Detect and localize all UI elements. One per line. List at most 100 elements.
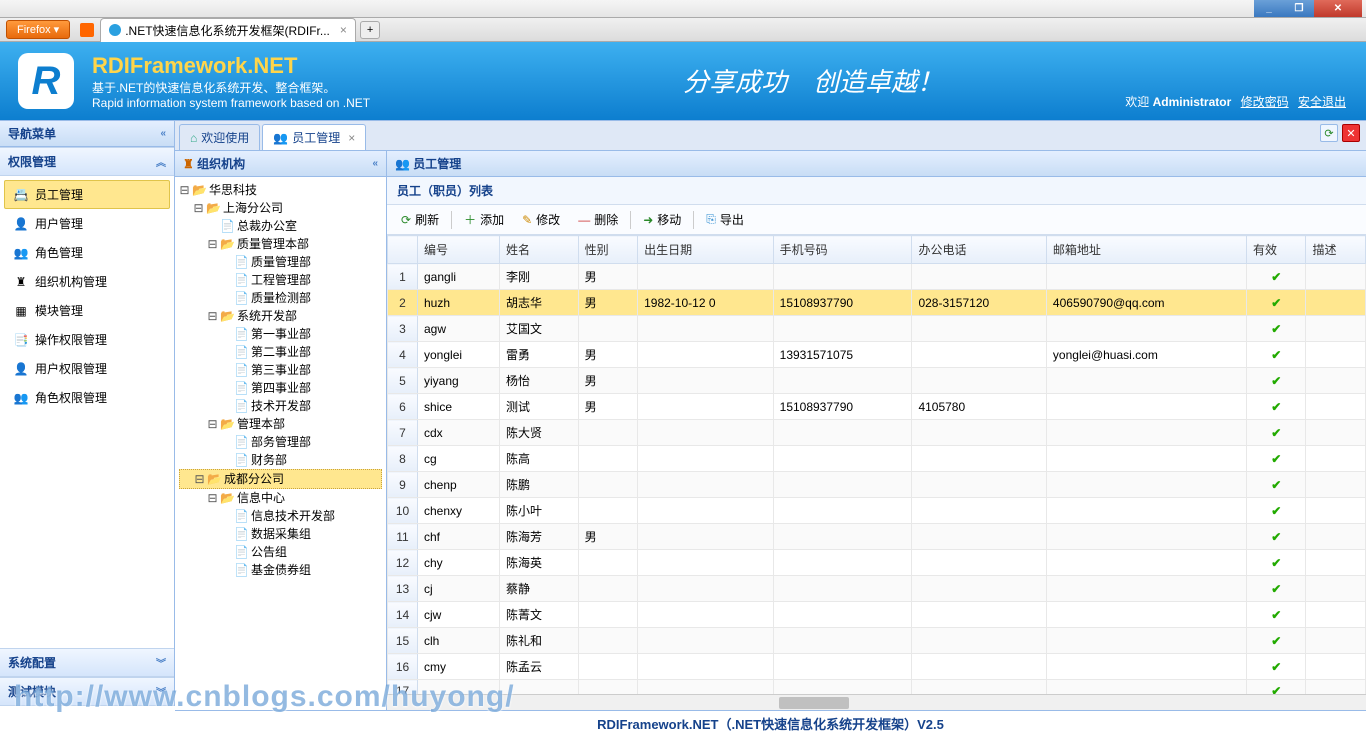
export-button[interactable]: ⎘导出: [698, 208, 752, 231]
table-row[interactable]: 10 chenxy 陈小叶 ✔: [388, 498, 1366, 524]
collapse-icon[interactable]: «: [372, 158, 378, 169]
tree-node[interactable]: ⊟ 📂 成都分公司: [179, 469, 382, 489]
table-row[interactable]: 11 chf 陈海芳 男 ✔: [388, 524, 1366, 550]
tree-node[interactable]: ⊟ 📂 系统开发部: [179, 307, 382, 325]
add-button[interactable]: ＋添加: [456, 208, 512, 231]
sidebar-item[interactable]: 👤用户权限管理: [4, 354, 170, 383]
sidebar-item[interactable]: ▦模块管理: [4, 296, 170, 325]
refresh-tabs-button[interactable]: ⟳: [1320, 124, 1338, 142]
tree-node[interactable]: 📄 信息技术开发部: [179, 507, 382, 525]
tree-node[interactable]: 📄 第一事业部: [179, 325, 382, 343]
horizontal-scrollbar[interactable]: [387, 694, 1366, 710]
tree-node[interactable]: ⊟ 📂 信息中心: [179, 489, 382, 507]
window-maximize-button[interactable]: ❐: [1284, 0, 1314, 17]
grid-col-header[interactable]: 姓名: [499, 236, 578, 264]
tree-node[interactable]: ⊟ 📂 华思科技: [179, 181, 382, 199]
table-row[interactable]: 12 chy 陈海英 ✔: [388, 550, 1366, 576]
refresh-button[interactable]: ⟳刷新: [393, 208, 447, 231]
delete-button[interactable]: —删除: [570, 208, 626, 231]
table-row[interactable]: 7 cdx 陈大贤 ✔: [388, 420, 1366, 446]
table-row[interactable]: 15 clh 陈礼和 ✔: [388, 628, 1366, 654]
logout-link[interactable]: 安全退出: [1298, 95, 1346, 109]
sidebar-item[interactable]: 👥角色权限管理: [4, 383, 170, 412]
row-number: 1: [388, 264, 418, 290]
nav-section[interactable]: 测试模块︾: [0, 677, 174, 706]
tree-node[interactable]: 📄 工程管理部: [179, 271, 382, 289]
table-row[interactable]: 16 cmy 陈孟云 ✔: [388, 654, 1366, 680]
sidebar-item[interactable]: 📇员工管理: [4, 180, 170, 209]
tree-node[interactable]: 📄 财务部: [179, 451, 382, 469]
nav-section-permissions[interactable]: 权限管理 ︽: [0, 147, 174, 176]
window-minimize-button[interactable]: _: [1254, 0, 1284, 17]
table-row[interactable]: 9 chenp 陈鹏 ✔: [388, 472, 1366, 498]
tree-node[interactable]: 📄 基金债券组: [179, 561, 382, 579]
expand-icon[interactable]: ⊟: [207, 235, 218, 253]
tab-close-icon[interactable]: ×: [340, 23, 347, 37]
sidebar-item[interactable]: 👤用户管理: [4, 209, 170, 238]
table-row[interactable]: 17 ✔: [388, 680, 1366, 695]
table-row[interactable]: 13 cj 蔡静 ✔: [388, 576, 1366, 602]
change-password-link[interactable]: 修改密码: [1241, 95, 1289, 109]
edit-button[interactable]: ✎修改: [514, 208, 568, 231]
grid-col-header[interactable]: 邮箱地址: [1046, 236, 1246, 264]
page-favicon: [109, 24, 121, 36]
expand-icon[interactable]: ⊟: [207, 489, 218, 507]
nav-icon: ♜: [13, 274, 29, 290]
tree-node[interactable]: 📄 总裁办公室: [179, 217, 382, 235]
tree-node[interactable]: 📄 数据采集组: [179, 525, 382, 543]
grid-col-header[interactable]: 描述: [1306, 236, 1366, 264]
tree-node[interactable]: ⊟ 📂 质量管理本部: [179, 235, 382, 253]
grid-col-header[interactable]: 办公电话: [912, 236, 1046, 264]
tree-node[interactable]: 📄 技术开发部: [179, 397, 382, 415]
tree-node[interactable]: ⊟ 📂 上海分公司: [179, 199, 382, 217]
tree-node[interactable]: 📄 质量检测部: [179, 289, 382, 307]
grid-col-header[interactable]: 编号: [418, 236, 500, 264]
sidebar-item[interactable]: 👥角色管理: [4, 238, 170, 267]
table-row[interactable]: 2 huzh 胡志华 男 1982-10-12 0 15108937790 02…: [388, 290, 1366, 316]
folder-icon: 📂: [192, 181, 207, 199]
nav-icon: 📇: [13, 187, 29, 203]
sidebar-item[interactable]: 📑操作权限管理: [4, 325, 170, 354]
col-rownum[interactable]: [388, 236, 418, 264]
tree-node[interactable]: 📄 第二事业部: [179, 343, 382, 361]
table-row[interactable]: 6 shice 测试 男 15108937790 4105780 ✔: [388, 394, 1366, 420]
scroll-thumb[interactable]: [779, 697, 849, 709]
expand-icon[interactable]: ⊟: [207, 415, 218, 433]
expand-icon[interactable]: ⊟: [193, 199, 204, 217]
tree-label: 第一事业部: [251, 325, 311, 343]
tab-staff[interactable]: 👥员工管理×: [262, 124, 366, 150]
table-row[interactable]: 5 yiyang 杨怡 男 ✔: [388, 368, 1366, 394]
browser-tab[interactable]: .NET快速信息化系统开发框架(RDIFr... ×: [100, 18, 356, 42]
nav-section-label: 权限管理: [8, 153, 56, 170]
table-row[interactable]: 1 gangli 李刚 男 ✔: [388, 264, 1366, 290]
grid-col-header[interactable]: 有效: [1247, 236, 1306, 264]
tree-label: 总裁办公室: [237, 217, 297, 235]
grid-col-header[interactable]: 出生日期: [638, 236, 774, 264]
firefox-menu-button[interactable]: Firefox ▾: [6, 20, 70, 39]
window-close-button[interactable]: ✕: [1314, 0, 1362, 17]
tree-node[interactable]: 📄 质量管理部: [179, 253, 382, 271]
tree-node[interactable]: ⊟ 📂 管理本部: [179, 415, 382, 433]
tab-close-icon[interactable]: ×: [348, 131, 355, 145]
move-button[interactable]: ➜移动: [635, 208, 689, 231]
table-row[interactable]: 14 cjw 陈菁文 ✔: [388, 602, 1366, 628]
data-grid[interactable]: 编号姓名性别出生日期手机号码办公电话邮箱地址有效描述 1 gangli 李刚 男…: [387, 235, 1366, 694]
expand-icon[interactable]: ⊟: [179, 181, 190, 199]
grid-col-header[interactable]: 性别: [578, 236, 637, 264]
expand-icon[interactable]: ⊟: [207, 307, 218, 325]
tree-node[interactable]: 📄 公告组: [179, 543, 382, 561]
table-row[interactable]: 8 cg 陈高 ✔: [388, 446, 1366, 472]
table-row[interactable]: 4 yonglei 雷勇 男 13931571075 yonglei@huasi…: [388, 342, 1366, 368]
nav-section[interactable]: 系统配置︾: [0, 648, 174, 677]
tree-node[interactable]: 📄 第四事业部: [179, 379, 382, 397]
new-tab-button[interactable]: +: [360, 21, 380, 39]
sidebar-item[interactable]: ♜组织机构管理: [4, 267, 170, 296]
collapse-icon[interactable]: «: [160, 128, 166, 139]
table-row[interactable]: 3 agw 艾国文 ✔: [388, 316, 1366, 342]
tab-welcome[interactable]: ⌂欢迎使用: [179, 124, 260, 150]
expand-icon[interactable]: ⊟: [194, 470, 205, 488]
close-all-tabs-button[interactable]: ✕: [1342, 124, 1360, 142]
tree-node[interactable]: 📄 部务管理部: [179, 433, 382, 451]
grid-col-header[interactable]: 手机号码: [773, 236, 912, 264]
tree-node[interactable]: 📄 第三事业部: [179, 361, 382, 379]
